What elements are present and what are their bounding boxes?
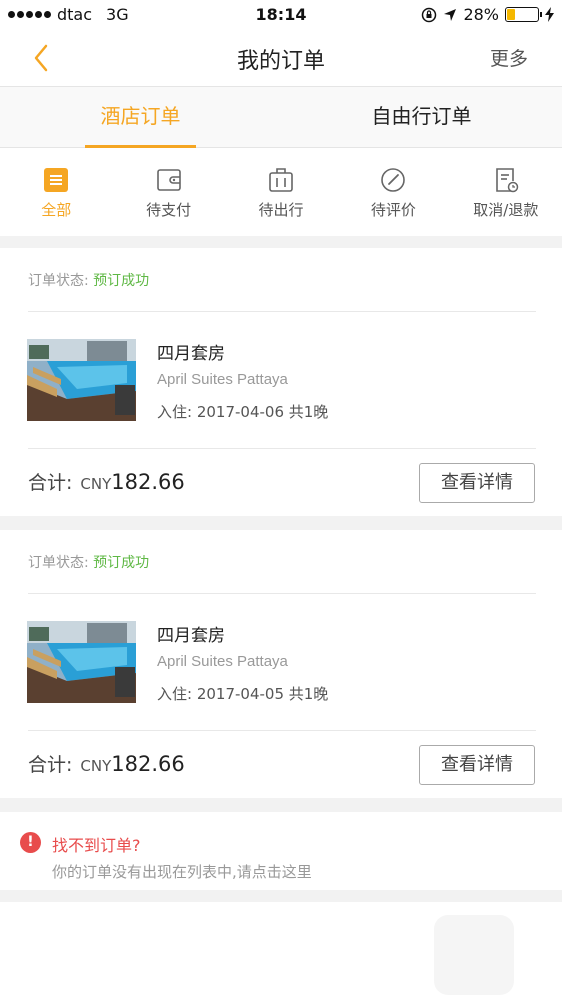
divider bbox=[28, 730, 536, 731]
filter-label: 待出行 bbox=[258, 201, 304, 219]
currency: CNY bbox=[80, 757, 112, 775]
view-details-button[interactable]: 查看详情 bbox=[419, 745, 535, 785]
total-amount: 182.66 bbox=[111, 752, 185, 776]
order-status-value: 预订成功 bbox=[93, 555, 150, 571]
filter-pending-payment[interactable]: 待支付 bbox=[112, 148, 224, 236]
filter-pending-travel[interactable]: 待出行 bbox=[225, 148, 337, 236]
hotel-name-en: April Suites Pattaya bbox=[157, 653, 288, 670]
section-gap bbox=[0, 236, 562, 248]
hotel-pool-image bbox=[27, 621, 136, 703]
tab-free-travel-orders[interactable]: 自由行订单 bbox=[281, 87, 562, 148]
hotel-name: 四月套房 bbox=[157, 626, 225, 646]
total-amount: 182.66 bbox=[111, 470, 185, 494]
status-filter-tabs: 全部 待支付 待出行 待评价 取消/退款 bbox=[0, 148, 562, 236]
orientation-lock-icon bbox=[422, 7, 437, 22]
filter-label: 取消/退款 bbox=[473, 201, 539, 219]
list-icon bbox=[44, 168, 69, 192]
location-arrow-icon bbox=[444, 8, 457, 21]
more-button[interactable]: 更多 bbox=[490, 44, 528, 71]
section-gap bbox=[0, 798, 562, 812]
divider bbox=[28, 593, 536, 594]
charging-bolt-icon bbox=[545, 7, 554, 22]
order-not-found-link[interactable]: ! 找不到订单? 你的订单没有出现在列表中,请点击这里 bbox=[0, 812, 562, 890]
page-title: 我的订单 bbox=[236, 49, 325, 74]
section-gap bbox=[0, 516, 562, 530]
hotel-name: 四月套房 bbox=[157, 344, 225, 364]
hotel-pool-image bbox=[27, 339, 136, 421]
order-type-tabs: 酒店订单 自由行订单 bbox=[0, 86, 562, 148]
order-status: 订单状态: 预订成功 bbox=[28, 552, 149, 572]
order-total: 合计: CNY 182.66 bbox=[28, 468, 185, 495]
order-status-label: 订单状态: bbox=[28, 555, 89, 571]
total-label: 合计: bbox=[28, 754, 73, 776]
divider bbox=[28, 311, 536, 312]
view-details-button[interactable]: 查看详情 bbox=[419, 463, 535, 503]
status-bar: dtac 3G 18:14 28% bbox=[0, 0, 562, 30]
hotel-photo[interactable] bbox=[27, 621, 136, 703]
currency: CNY bbox=[80, 475, 112, 493]
assistive-touch-button[interactable] bbox=[434, 915, 514, 995]
hotel-name-en: April Suites Pattaya bbox=[157, 371, 288, 388]
filter-all[interactable]: 全部 bbox=[0, 148, 112, 236]
battery-icon bbox=[505, 7, 542, 22]
wallet-icon bbox=[156, 169, 181, 191]
total-label: 合计: bbox=[28, 472, 73, 494]
tab-hotel-orders[interactable]: 酒店订单 bbox=[0, 87, 281, 148]
divider bbox=[28, 448, 536, 449]
status-right: 28% bbox=[421, 5, 554, 24]
battery-percent: 28% bbox=[463, 5, 499, 24]
stay-info: 入住: 2017-04-05 共1晚 bbox=[157, 685, 329, 703]
luggage-icon bbox=[269, 168, 293, 192]
hotel-photo[interactable] bbox=[27, 339, 136, 421]
order-card[interactable]: 订单状态: 预订成功 四月套房 April Suites Pattaya 入住:… bbox=[0, 248, 562, 516]
nav-bar: 我的订单 更多 bbox=[0, 30, 562, 86]
filter-label: 待评价 bbox=[370, 201, 416, 219]
filter-pending-review[interactable]: 待评价 bbox=[337, 148, 449, 236]
document-clock-icon bbox=[496, 168, 519, 193]
help-title: 找不到订单? bbox=[52, 836, 141, 855]
stay-info: 入住: 2017-04-06 共1晚 bbox=[157, 403, 329, 421]
order-status-value: 预订成功 bbox=[93, 273, 150, 289]
pen-circle-icon bbox=[381, 168, 406, 192]
alert-icon: ! bbox=[20, 832, 41, 853]
order-total: 合计: CNY 182.66 bbox=[28, 750, 185, 777]
filter-label: 全部 bbox=[41, 201, 72, 219]
order-status-label: 订单状态: bbox=[28, 273, 89, 289]
order-card[interactable]: 订单状态: 预订成功 四月套房 April Suites Pattaya 入住:… bbox=[0, 530, 562, 798]
tab-label: 自由行订单 bbox=[371, 104, 472, 128]
tab-label: 酒店订单 bbox=[100, 104, 181, 128]
order-status: 订单状态: 预订成功 bbox=[28, 270, 149, 290]
filter-label: 待支付 bbox=[146, 201, 192, 219]
section-gap bbox=[0, 890, 562, 902]
filter-cancel-refund[interactable]: 取消/退款 bbox=[450, 148, 562, 236]
help-subtitle: 你的订单没有出现在列表中,请点击这里 bbox=[52, 863, 312, 881]
